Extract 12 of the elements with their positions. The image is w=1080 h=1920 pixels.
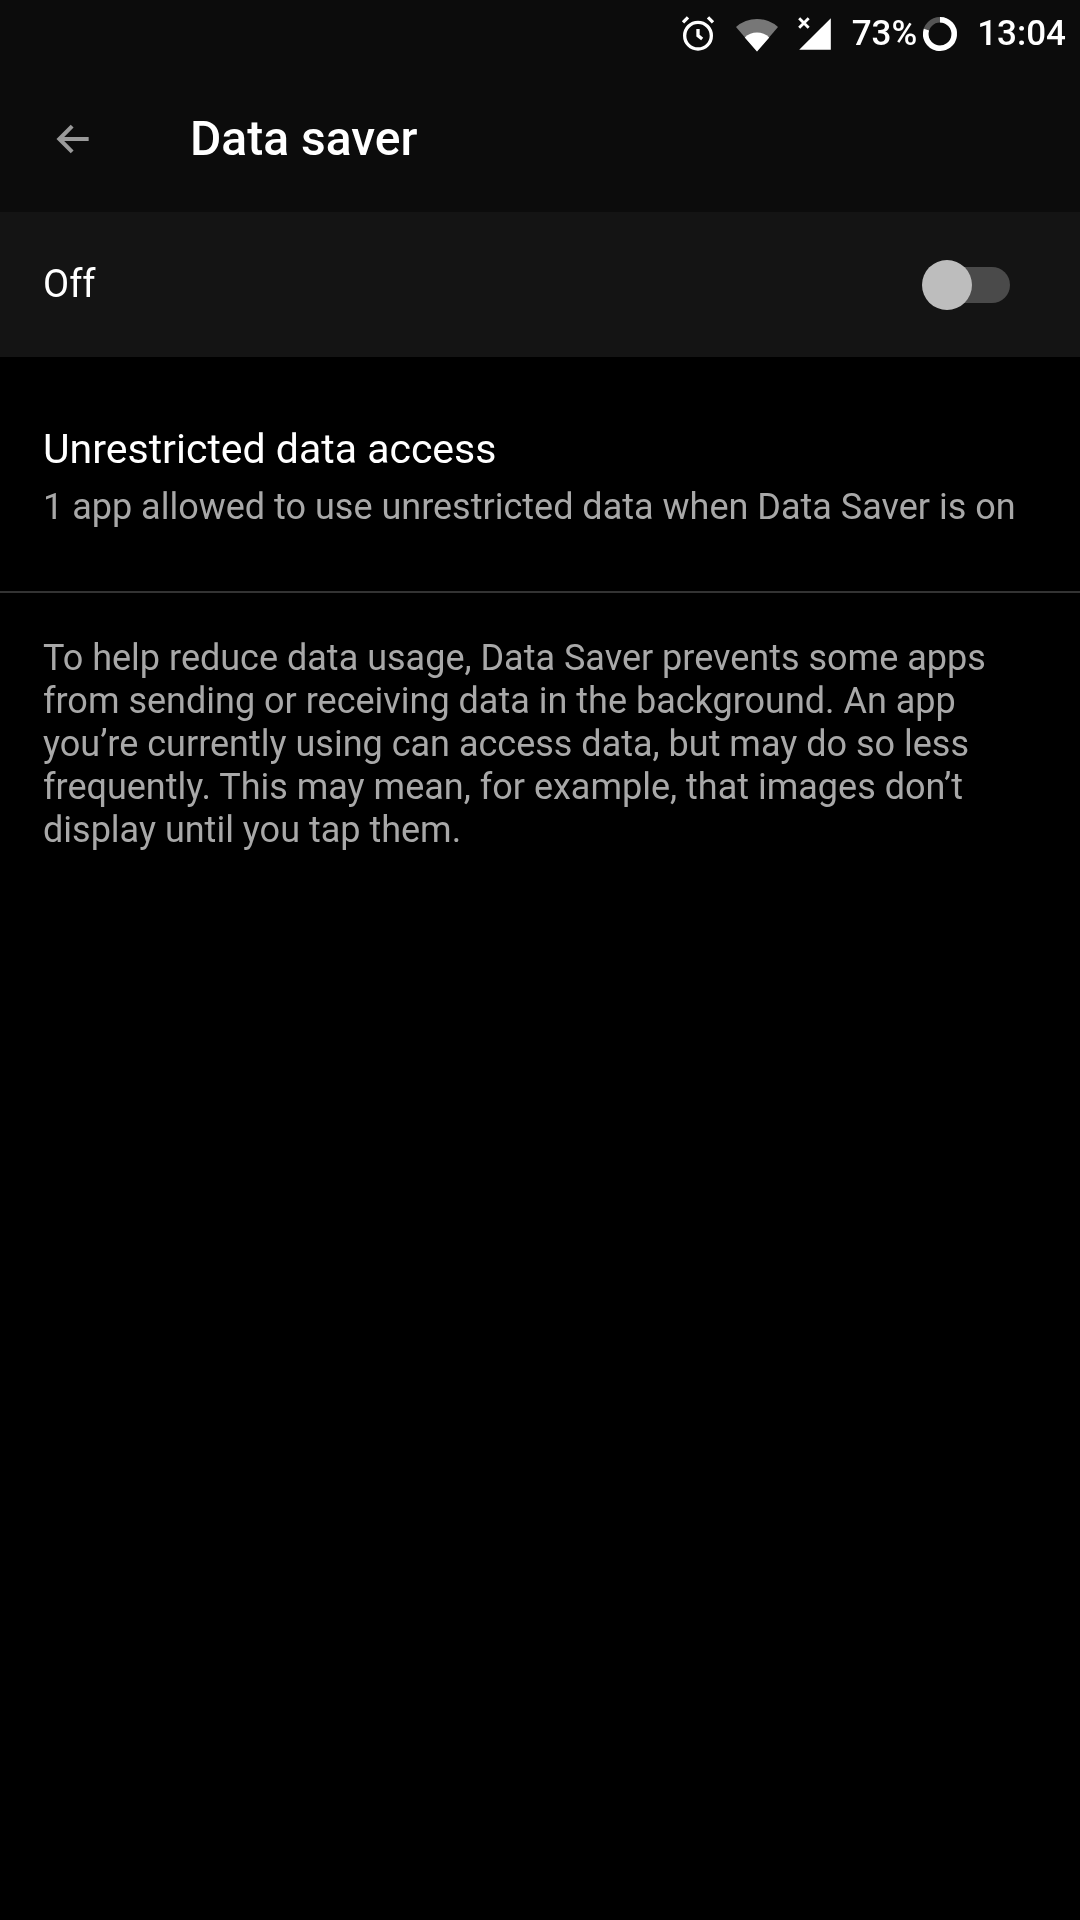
item-summary: 1 app allowed to use unrestricted data when Data Saver is on bbox=[43, 486, 1017, 530]
item-title: Unrestricted data access bbox=[43, 423, 498, 475]
wifi-icon bbox=[735, 16, 778, 52]
switch-label: Off bbox=[43, 261, 96, 308]
screen-title: Data saver bbox=[190, 109, 418, 169]
battery-icon bbox=[921, 15, 960, 53]
description-text: To help reduce data usage, Data Saver prevents some apps from sending or receiving data in the background. An app you’re currently using can access data, but may do so less frequently. This may mean, for example, that images don’t display until you tap them. bbox=[42, 636, 987, 852]
settings-item[interactable]: Unrestricted data access 1 app allowed to use unrestricted data when Data Saver is on bbox=[0, 357, 1080, 593]
master-switch-row[interactable]: Off bbox=[0, 212, 1080, 357]
battery-percent: 73% bbox=[851, 11, 918, 56]
toggle-switch[interactable] bbox=[922, 259, 1010, 310]
clock: 13:04 bbox=[977, 11, 1066, 56]
